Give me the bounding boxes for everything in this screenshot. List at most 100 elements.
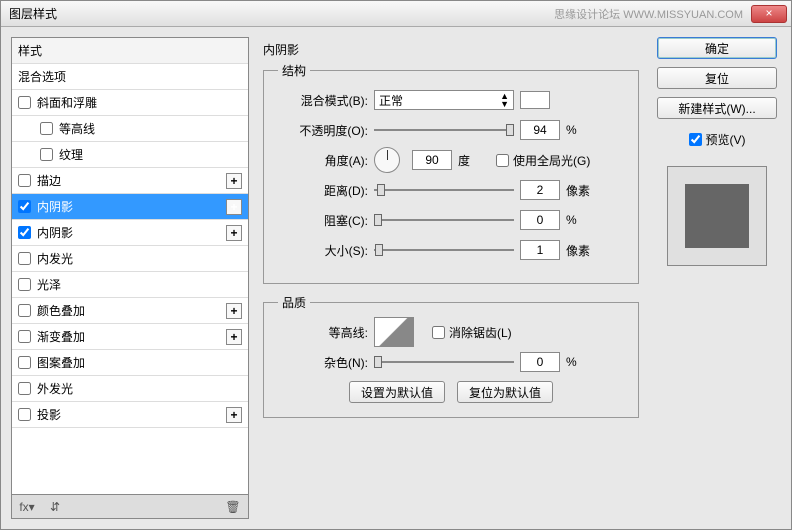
style-row[interactable]: 内发光	[12, 246, 248, 272]
style-label: 纹理	[59, 146, 242, 163]
right-panel: 确定 复位 新建样式(W)... 预览(V)	[653, 37, 781, 519]
add-effect-button[interactable]: +	[226, 329, 242, 345]
new-style-button[interactable]: 新建样式(W)...	[657, 97, 777, 119]
distance-input[interactable]	[520, 180, 560, 200]
quality-group: 品质 等高线: 消除锯齿(L) 杂色(N): % 设置为默认值	[263, 294, 639, 418]
style-row[interactable]: 内阴影+	[12, 194, 248, 220]
choke-input[interactable]	[520, 210, 560, 230]
size-unit: 像素	[566, 242, 596, 259]
style-row[interactable]: 内阴影+	[12, 220, 248, 246]
noise-field: 杂色(N): %	[278, 351, 624, 373]
close-button[interactable]: ×	[751, 5, 787, 23]
style-label: 投影	[37, 406, 226, 423]
center-panel: 内阴影 结构 混合模式(B): 正常 ▲▼ 不透明度(O): %	[259, 37, 643, 519]
style-list-footer: fx▾ ⇵ 🗑	[11, 495, 249, 519]
angle-field: 角度(A): 度 使用全局光(G)	[278, 149, 624, 171]
angle-input[interactable]	[412, 150, 452, 170]
global-light-input[interactable]	[496, 154, 509, 167]
style-checkbox[interactable]	[18, 278, 31, 291]
contour-field: 等高线: 消除锯齿(L)	[278, 321, 624, 343]
antialias-checkbox[interactable]: 消除锯齿(L)	[432, 324, 512, 341]
add-effect-button[interactable]: +	[226, 173, 242, 189]
opacity-slider[interactable]	[374, 121, 514, 139]
make-default-button[interactable]: 设置为默认值	[349, 381, 445, 403]
preview-swatch	[685, 184, 749, 248]
add-effect-button[interactable]: +	[226, 225, 242, 241]
global-light-checkbox[interactable]: 使用全局光(G)	[496, 152, 590, 169]
dialog-body: 样式 混合选项 斜面和浮雕等高线纹理描边+内阴影+内阴影+内发光光泽颜色叠加+渐…	[1, 27, 791, 529]
style-row[interactable]: 外发光	[12, 376, 248, 402]
watermark-text: 思缘设计论坛 WWW.MISSYUAN.COM	[554, 6, 743, 22]
style-label: 渐变叠加	[37, 328, 226, 345]
style-row[interactable]: 纹理	[12, 142, 248, 168]
noise-input[interactable]	[520, 352, 560, 372]
style-label: 颜色叠加	[37, 302, 226, 319]
fx-icon[interactable]: fx▾	[18, 498, 36, 516]
antialias-label: 消除锯齿(L)	[449, 324, 512, 341]
style-row[interactable]: 光泽	[12, 272, 248, 298]
size-input[interactable]	[520, 240, 560, 260]
style-checkbox[interactable]	[18, 96, 31, 109]
style-checkbox[interactable]	[18, 304, 31, 317]
preview-checkbox[interactable]: 预览(V)	[689, 131, 746, 148]
style-checkbox[interactable]	[40, 122, 53, 135]
layer-style-dialog: 图层样式 思缘设计论坛 WWW.MISSYUAN.COM × 样式 混合选项 斜…	[0, 0, 792, 530]
style-checkbox[interactable]	[18, 200, 31, 213]
reset-default-button[interactable]: 复位为默认值	[457, 381, 553, 403]
style-row[interactable]: 斜面和浮雕	[12, 90, 248, 116]
style-row[interactable]: 图案叠加	[12, 350, 248, 376]
style-checkbox[interactable]	[18, 226, 31, 239]
structure-group: 结构 混合模式(B): 正常 ▲▼ 不透明度(O): % 角度(A	[263, 62, 639, 284]
style-label: 外发光	[37, 380, 242, 397]
style-label: 描边	[37, 172, 226, 189]
opacity-input[interactable]	[520, 120, 560, 140]
ok-button[interactable]: 确定	[657, 37, 777, 59]
angle-unit: 度	[458, 152, 488, 169]
distance-slider[interactable]	[374, 181, 514, 199]
style-checkbox[interactable]	[18, 382, 31, 395]
noise-unit: %	[566, 355, 596, 369]
style-row[interactable]: 描边+	[12, 168, 248, 194]
contour-label: 等高线:	[278, 324, 368, 341]
default-buttons-row: 设置为默认值 复位为默认值	[278, 381, 624, 403]
noise-slider[interactable]	[374, 353, 514, 371]
angle-dial[interactable]	[374, 147, 400, 173]
add-effect-button[interactable]: +	[226, 199, 242, 215]
add-effect-button[interactable]: +	[226, 303, 242, 319]
preview-input[interactable]	[689, 133, 702, 146]
style-row[interactable]: 渐变叠加+	[12, 324, 248, 350]
style-checkbox[interactable]	[18, 408, 31, 421]
choke-slider[interactable]	[374, 211, 514, 229]
blend-options-row[interactable]: 混合选项	[12, 64, 248, 90]
up-down-icon[interactable]: ⇵	[46, 498, 64, 516]
angle-label: 角度(A):	[278, 152, 368, 169]
size-label: 大小(S):	[278, 242, 368, 259]
quality-legend: 品质	[278, 294, 310, 311]
trash-icon[interactable]: 🗑	[224, 498, 242, 516]
cancel-button[interactable]: 复位	[657, 67, 777, 89]
style-checkbox[interactable]	[18, 252, 31, 265]
style-checkbox[interactable]	[18, 174, 31, 187]
choke-field: 阻塞(C): %	[278, 209, 624, 231]
style-row[interactable]: 投影+	[12, 402, 248, 428]
contour-picker[interactable]	[374, 317, 414, 347]
choke-unit: %	[566, 213, 596, 227]
blend-mode-select[interactable]: 正常 ▲▼	[374, 90, 514, 110]
style-checkbox[interactable]	[18, 356, 31, 369]
style-checkbox[interactable]	[40, 148, 53, 161]
style-label: 内阴影	[37, 224, 226, 241]
style-row[interactable]: 等高线	[12, 116, 248, 142]
style-row[interactable]: 颜色叠加+	[12, 298, 248, 324]
style-checkbox[interactable]	[18, 330, 31, 343]
global-light-label: 使用全局光(G)	[513, 152, 590, 169]
distance-label: 距离(D):	[278, 182, 368, 199]
style-label: 内发光	[37, 250, 242, 267]
distance-field: 距离(D): 像素	[278, 179, 624, 201]
opacity-unit: %	[566, 123, 596, 137]
add-effect-button[interactable]: +	[226, 407, 242, 423]
antialias-input[interactable]	[432, 326, 445, 339]
style-label: 光泽	[37, 276, 242, 293]
color-swatch[interactable]	[520, 91, 550, 109]
size-slider[interactable]	[374, 241, 514, 259]
dialog-title: 图层样式	[5, 5, 554, 22]
